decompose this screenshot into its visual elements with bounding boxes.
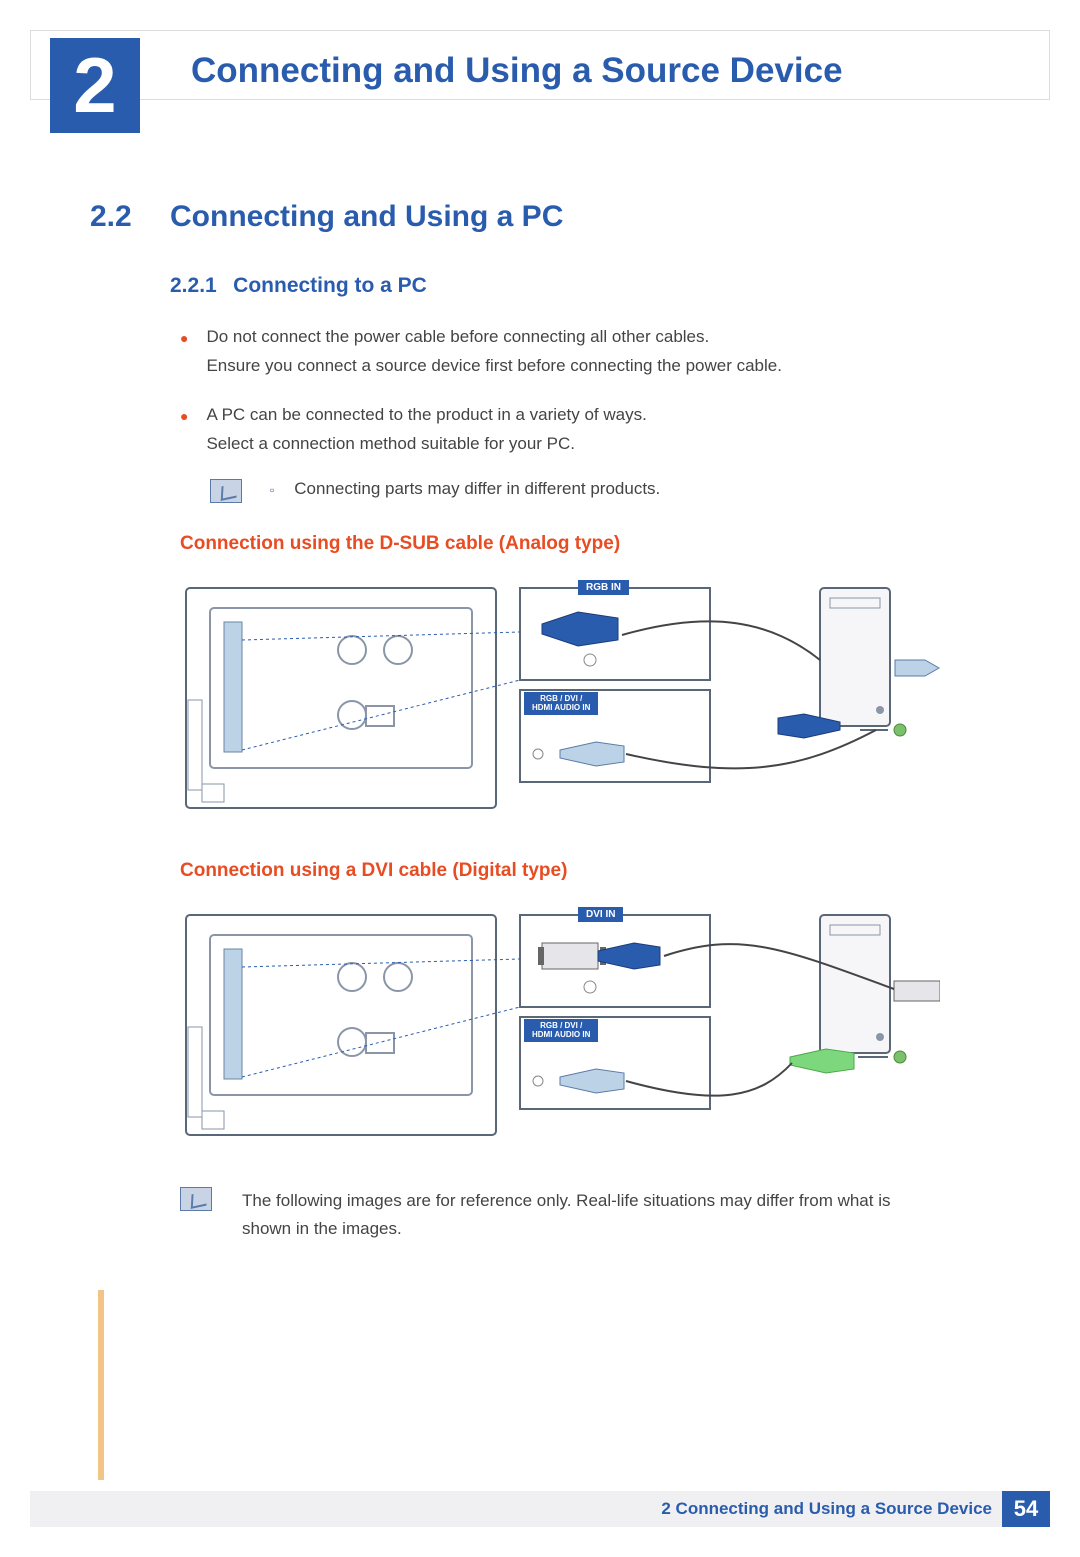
section-number: 2.2 [90, 200, 170, 234]
bottom-note: The following images are for reference o… [180, 1187, 900, 1245]
bullet-icon: ● [180, 327, 188, 381]
bottom-note-text: The following images are for reference o… [242, 1187, 900, 1245]
section-heading: 2.2 Connecting and Using a PC [90, 200, 990, 234]
bullet-line: Ensure you connect a source device first… [206, 352, 782, 381]
page-footer: 2 Connecting and Using a Source Device 5… [30, 1491, 1050, 1527]
note-icon [210, 479, 242, 503]
footer-chapter-label: 2 Connecting and Using a Source Device [661, 1499, 992, 1519]
bullet-line: Do not connect the power cable before co… [206, 323, 782, 352]
connection-heading: Connection using the D-SUB cable (Analog… [180, 533, 990, 555]
side-accent-stripe [98, 1290, 104, 1480]
bullet-icon: ● [180, 405, 188, 459]
port-label-main: RGB IN [578, 580, 629, 595]
chapter-number: 2 [73, 40, 116, 131]
connection-heading: Connection using a DVI cable (Digital ty… [180, 860, 990, 882]
diagram-dsub: RGB IN RGB / DVI / HDMI AUDIO IN [180, 580, 900, 820]
port-label-audio: RGB / DVI / HDMI AUDIO IN [524, 1019, 598, 1042]
chapter-number-box: 2 [50, 38, 140, 133]
note-icon [180, 1187, 212, 1211]
list-item: ● Do not connect the power cable before … [180, 323, 970, 381]
header-bar: Connecting and Using a Source Device [30, 30, 1050, 100]
port-label-main: DVI IN [578, 907, 623, 922]
port-label-audio: RGB / DVI / HDMI AUDIO IN [524, 692, 598, 715]
note: ▫ Connecting parts may differ in differe… [210, 479, 990, 503]
note-text: Connecting parts may differ in different… [294, 479, 660, 499]
list-item: ● A PC can be connected to the product i… [180, 401, 970, 459]
chapter-title: Connecting and Using a Source Device [191, 51, 843, 91]
bullet-line: A PC can be connected to the product in … [206, 401, 646, 430]
section-title: Connecting and Using a PC [170, 200, 563, 234]
subsection-number: 2.2.1 [170, 274, 217, 297]
subsection-title: Connecting to a PC [233, 274, 427, 297]
bullet-line: Select a connection method suitable for … [206, 430, 646, 459]
subsection-heading: 2.2.1 Connecting to a PC [170, 274, 990, 298]
diagram-dvi: DVI IN RGB / DVI / HDMI AUDIO IN [180, 907, 900, 1147]
note-marker-icon: ▫ [270, 483, 274, 497]
footer-page-number: 54 [1002, 1491, 1050, 1527]
